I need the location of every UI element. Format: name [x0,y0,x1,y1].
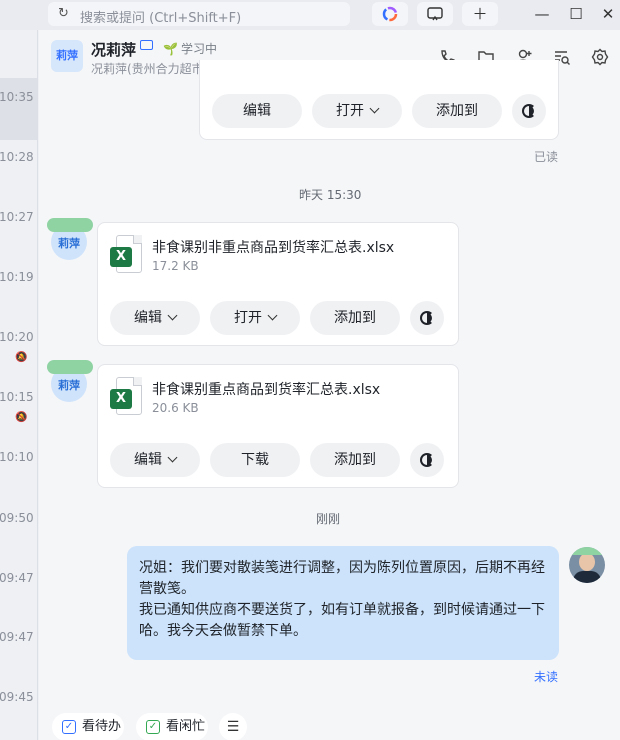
time-label: 09:50 [0,511,34,525]
open-label: 打开 [234,310,262,326]
maximize-icon[interactable]: ☐ [562,2,590,26]
avatar-badge [569,547,605,555]
file-card[interactable]: X 非食课别重点商品到货率汇总表.xlsx 20.6 KB 编辑 下载 添加到 [97,364,459,488]
time-label: 09:47 [0,630,34,644]
sender-avatar[interactable]: 莉萍 [47,218,93,260]
time-label: 10:19 [0,270,34,284]
file-size: 20.6 KB [152,401,199,415]
file-card-previous: 编辑 打开 添加到 [199,60,559,140]
edit-label: 编辑 [134,310,162,326]
edit-button[interactable]: 编辑 [110,301,200,335]
add-to-button[interactable]: 添加到 [310,443,400,477]
unread-status[interactable]: 未读 [534,668,558,685]
desktop-online-icon [140,40,153,50]
add-to-button[interactable]: 添加到 [310,301,400,335]
file-name[interactable]: 非食课别非重点商品到货率汇总表.xlsx [152,237,394,257]
view-todo-label: 看待办 [82,719,122,734]
view-todo-button[interactable]: ✓ 看待办 [52,713,124,740]
chevron-down-icon [267,310,278,321]
mute-icon: 🔕 [15,412,28,423]
open-button[interactable]: 打开 [210,301,300,335]
message-line: 我已通知供应商不要送货了，如有订单就报备，到时候请通过一下哈。我今天会做暂禁下单… [139,602,545,639]
avatar-badge [47,218,93,232]
ai-search-icon: ↻ [58,6,69,21]
more-options-icon[interactable] [410,301,444,335]
time-label: 09:45 [0,690,34,704]
conversation-time-column: 10:35 10:28 10:27 10:19 10:20 🔕 10:15 🔕 … [0,30,38,740]
title-bar: ↻ 搜索或提问 (Ctrl+Shift+F) ＋ — ☐ ✕ [0,0,620,30]
mute-icon: 🔕 [15,352,28,363]
time-label: 10:28 [0,150,34,164]
time-label: 10:27 [0,210,34,224]
chevron-down-icon [369,103,380,114]
search-placeholder: 搜索或提问 (Ctrl+Shift+F) [80,11,242,26]
status-text: 学习中 [180,42,217,56]
more-options-icon[interactable] [410,443,444,477]
chat-panel: 莉萍 况莉萍 🌱学习中 况莉萍(贵州合力超市-01集团总部-0116审计监察部-… [39,30,620,740]
file-name[interactable]: 非食课别重点商品到货率汇总表.xlsx [152,379,380,399]
message-bubble[interactable]: 况姐：我们要对散装笺进行调整，因为陈列位置原因，后期不再经营散笺。 我已通知供应… [127,546,559,660]
add-icon[interactable]: ＋ [462,2,498,26]
contact-status: 🌱 学习中 [163,40,217,57]
chevron-down-icon [167,310,178,321]
contact-avatar[interactable]: 莉萍 [51,40,83,72]
calendar-check-icon: ✓ [146,720,160,734]
avatar-badge [47,360,93,374]
sprout-icon: 🌱 [163,42,178,56]
excel-file-icon: X [110,235,142,273]
read-status: 已读 [534,150,559,164]
sender-avatar[interactable]: 莉萍 [47,360,93,402]
excel-file-icon: X [110,377,142,415]
edit-button[interactable]: 编辑 [110,443,200,477]
edit-label: 编辑 [134,452,162,468]
selected-conversation-highlight [0,78,37,140]
open-label: 打开 [336,103,364,119]
search-box[interactable]: ↻ 搜索或提问 (Ctrl+Shift+F) [48,2,350,26]
view-availability-button[interactable]: ✓ 看闲忙 [136,713,208,740]
todo-check-icon: ✓ [62,720,76,734]
screen-cast-icon[interactable] [417,2,453,26]
file-size: 17.2 KB [152,259,199,273]
close-icon[interactable]: ✕ [594,2,620,26]
view-availability-label: 看闲忙 [166,719,206,734]
my-avatar[interactable] [569,547,605,583]
time-label: 09:47 [0,571,34,585]
time-label: 10:10 [0,450,34,464]
settings-icon[interactable] [591,48,609,71]
open-button[interactable]: 打开 [312,94,402,128]
message-line: 况姐：我们要对散装笺进行调整，因为陈列位置原因，后期不再经营散笺。 [139,560,545,597]
time-label: 10:15 [0,390,34,404]
more-options-icon[interactable] [512,94,546,128]
download-button[interactable]: 下载 [210,443,300,477]
timestamp: 刚刚 [316,512,341,526]
file-card[interactable]: X 非食课别非重点商品到货率汇总表.xlsx 17.2 KB 编辑 打开 添加到 [97,222,459,346]
add-to-button[interactable]: 添加到 [412,94,502,128]
time-label: 10:35 [0,90,34,104]
chevron-down-icon [167,452,178,463]
avatar-text: 莉萍 [58,379,80,392]
time-label: 10:20 [0,330,34,344]
menu-icon[interactable]: ☰ [219,713,247,740]
ai-assistant-icon[interactable] [372,2,408,26]
avatar-text: 莉萍 [58,237,80,250]
edit-button[interactable]: 编辑 [212,94,302,128]
contact-name[interactable]: 况莉萍 [91,39,136,60]
timestamp: 昨天 15:30 [299,188,362,202]
minimize-icon[interactable]: — [528,2,556,26]
